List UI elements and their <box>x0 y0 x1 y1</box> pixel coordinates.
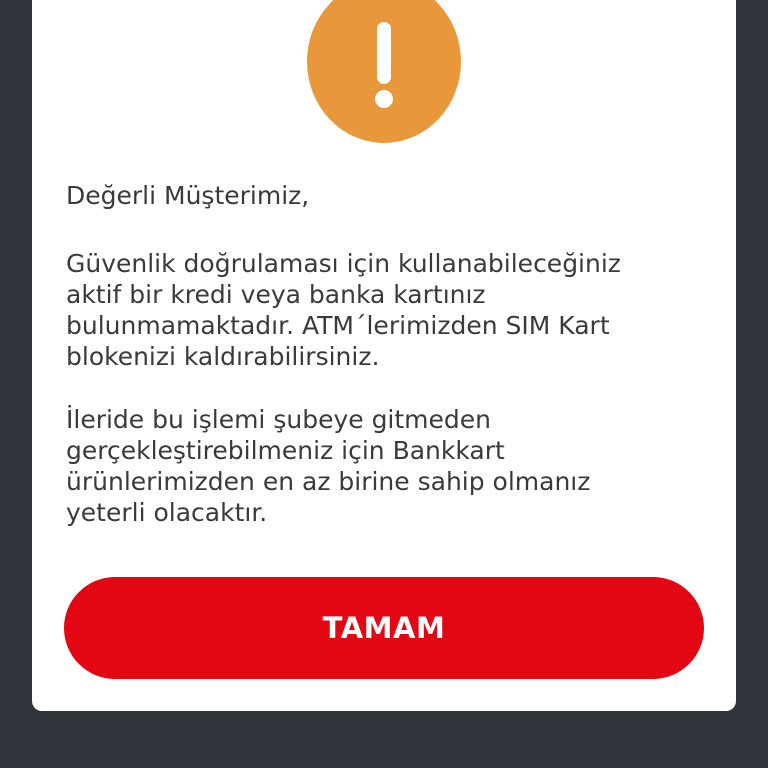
exclamation-dot <box>375 90 393 108</box>
message-line: ürünlerimizden en az birine sahip olmanı… <box>66 467 591 496</box>
message-line: blokenizi kaldırabilirsiniz. <box>66 342 380 371</box>
exclamation-icon <box>307 0 461 143</box>
message-line: Güvenlik doğrulaması için kullanabileceğ… <box>66 249 621 278</box>
message-line: gerçekleştirebilmeniz için Bankkart <box>66 436 505 465</box>
ok-button-label: TAMAM <box>322 611 446 645</box>
greeting-text: Değerli Müşterimiz, <box>66 181 310 210</box>
message-line: yeterli olacaktır. <box>66 498 268 527</box>
message-line: aktif bir kredi veya banka kartınız <box>66 280 486 309</box>
message-paragraph-2: İleride bu işlemi şubeye gitmeden gerçek… <box>66 404 706 528</box>
message-line: İleride bu işlemi şubeye gitmeden <box>66 405 492 434</box>
message-paragraph-1: Güvenlik doğrulaması için kullanabileceğ… <box>66 248 706 372</box>
exclamation-bar <box>377 22 391 84</box>
alert-dialog: Değerli Müşterimiz, Güvenlik doğrulaması… <box>32 0 736 711</box>
ok-button[interactable]: TAMAM <box>64 577 704 679</box>
message-line: bulunmamaktadır. ATM´lerimizden SIM Kart <box>66 311 610 340</box>
